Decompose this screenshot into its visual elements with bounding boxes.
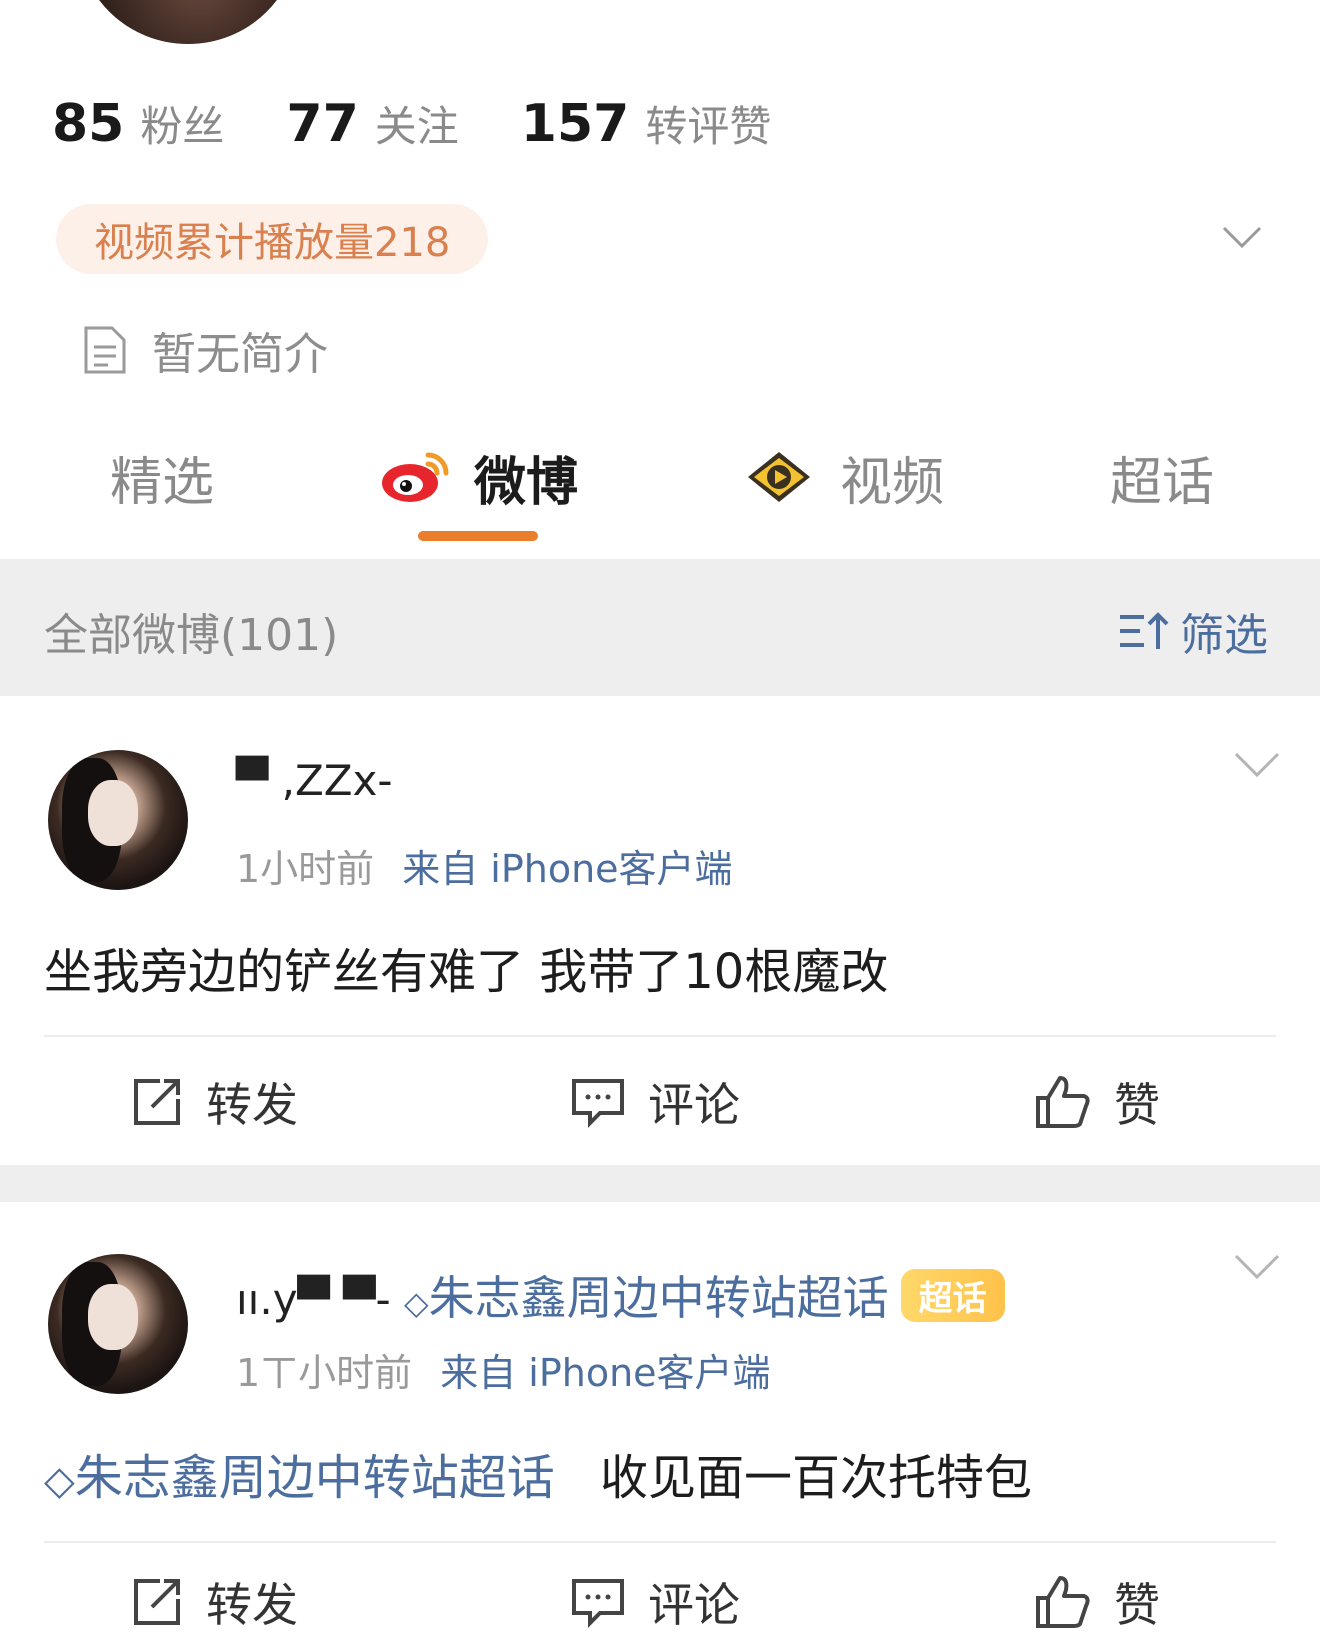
chevron-down-icon[interactable] [1220, 218, 1264, 254]
stat-fans-count: 85 [52, 93, 125, 154]
diamond-icon: ◇ [44, 1458, 75, 1504]
stat-following[interactable]: 77 关注 [286, 93, 458, 154]
comment-button[interactable]: 评论 [570, 1062, 740, 1142]
repost-icon [134, 1579, 180, 1625]
active-tab-indicator [418, 531, 538, 541]
all-posts-count: 全部微博(101) [44, 610, 339, 661]
filter-sort-icon [1120, 612, 1169, 649]
repost-button[interactable]: 转发 [130, 1062, 298, 1142]
topic-link[interactable]: ◇朱志鑫周边中转站超话 [404, 1271, 889, 1325]
profile-avatar[interactable] [78, 0, 298, 44]
post-actions: 转发 评论 赞 [0, 1562, 1320, 1642]
super-topic-badge: 超话 [900, 1269, 1005, 1322]
post-topic-link[interactable]: ◇朱志鑫周边中转站超话 [44, 1450, 555, 1506]
stat-fans[interactable]: 85 粉丝 [52, 93, 224, 154]
weibo-logo-icon [382, 452, 449, 502]
post-time: 1ㄒ小时前 [236, 1351, 413, 1395]
comment-icon [572, 1579, 624, 1628]
comment-icon [572, 1079, 624, 1128]
repost-label: 转发 [206, 1578, 298, 1632]
post-separator [0, 1165, 1320, 1202]
document-icon [84, 326, 126, 374]
profile-stats: 85 粉丝 77 关注 157 转评赞 [52, 88, 833, 158]
like-label: 赞 [1114, 1578, 1160, 1632]
tab-weibo[interactable]: 微博 [380, 442, 579, 513]
repost-button[interactable]: 转发 [130, 1562, 298, 1642]
repost-icon [134, 1079, 180, 1125]
post-body: 收见面一百次托特包 [600, 1450, 1033, 1506]
stat-interactions-count: 157 [520, 93, 630, 154]
stat-following-count: 77 [286, 93, 359, 154]
post-actions: 转发 评论 赞 [0, 1062, 1320, 1142]
thumbs-up-icon [1036, 1076, 1090, 1128]
thumbs-up-icon [1036, 1576, 1090, 1628]
comment-button[interactable]: 评论 [570, 1562, 740, 1642]
stat-interactions-label: 转评赞 [645, 101, 772, 151]
video-plays-badge[interactable]: 视频累计播放量218 [56, 204, 489, 274]
stat-fans-label: 粉丝 [140, 101, 225, 151]
post-avatar[interactable] [48, 750, 188, 890]
tab-super-topic-label: 超话 [1110, 452, 1215, 513]
post-avatar[interactable] [48, 1254, 188, 1394]
post-username[interactable]: ıı.y▀ ▀- [236, 1275, 391, 1324]
tab-super-topic[interactable]: 超话 [1110, 442, 1215, 513]
tab-featured-label: 精选 [110, 452, 215, 513]
repost-label: 转发 [206, 1078, 298, 1132]
post-header-line: ıı.y▀ ▀- ◇朱志鑫周边中转站超话 超话 [236, 1262, 1005, 1328]
post-username[interactable]: ▀ ,ZZx- [236, 756, 393, 805]
stat-interactions[interactable]: 157 转评赞 [521, 93, 772, 154]
post-card: ıı.y▀ ▀- ◇朱志鑫周边中转站超话 超话 1ㄒ小时前 来自 iPhone客户端… [0, 1202, 1320, 1647]
video-tab-icon [748, 452, 810, 502]
filter-button[interactable]: 筛选 [1118, 599, 1268, 663]
post-text: ◇朱志鑫周边中转站超话 收见面一百次托特包 [44, 1438, 1032, 1508]
chevron-down-icon[interactable] [1232, 744, 1282, 784]
post-time: 1小时前 [236, 847, 375, 891]
post-meta: 1小时前 来自 iPhone客户端 [236, 838, 733, 893]
like-button[interactable]: 赞 [1034, 1062, 1160, 1142]
diamond-icon: ◇ [404, 1284, 429, 1322]
tab-weibo-label: 微博 [474, 452, 579, 513]
topic-name: 朱志鑫周边中转站超话 [428, 1271, 889, 1325]
stat-following-label: 关注 [374, 101, 459, 151]
tab-video-label: 视频 [840, 452, 945, 513]
tab-video[interactable]: 视频 [740, 442, 945, 513]
feed-filter-bar: 全部微博(101) 筛选 [0, 559, 1320, 696]
post-divider [44, 1541, 1276, 1543]
post-topic-name: 朱志鑫周边中转站超话 [74, 1450, 555, 1506]
post-card: ▀ ,ZZx- 1小时前 来自 iPhone客户端 坐我旁边的铲丝有难了 我带了1… [0, 696, 1320, 1165]
post-source: 来自 iPhone客户端 [440, 1351, 771, 1395]
comment-label: 评论 [648, 1578, 740, 1632]
chevron-down-icon[interactable] [1232, 1246, 1282, 1286]
profile-tabs: 精选 微博 视频 超话 [0, 430, 1320, 550]
filter-label: 筛选 [1180, 610, 1268, 661]
like-button[interactable]: 赞 [1034, 1562, 1160, 1642]
post-meta: 1ㄒ小时前 来自 iPhone客户端 [236, 1342, 771, 1397]
post-text: 坐我旁边的铲丝有难了 我带了10根魔改 [44, 944, 889, 1000]
bio-text: 暂无简介 [152, 329, 328, 380]
post-divider [44, 1035, 1276, 1037]
like-label: 赞 [1114, 1078, 1160, 1132]
comment-label: 评论 [648, 1078, 740, 1132]
post-source: 来自 iPhone客户端 [402, 847, 733, 891]
profile-bio: 暂无简介 [82, 318, 328, 382]
tab-featured[interactable]: 精选 [110, 442, 215, 513]
